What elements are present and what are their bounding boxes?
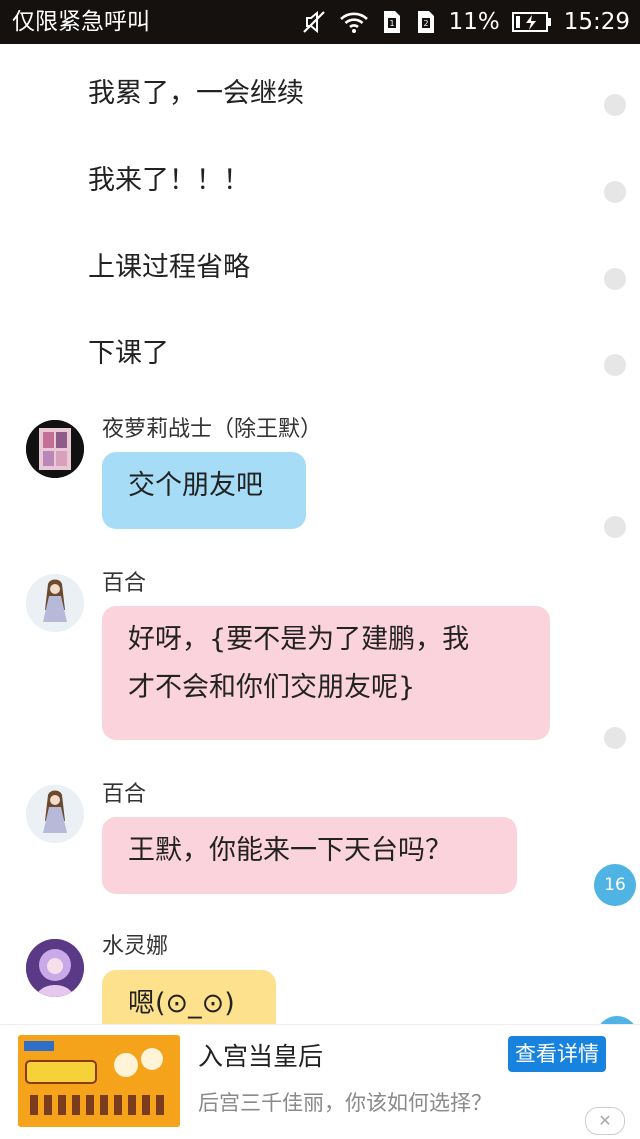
read-status-dot <box>604 94 626 116</box>
message-bubble[interactable]: 交个朋友吧 <box>102 452 306 529</box>
close-icon[interactable]: ✕ <box>585 1107 625 1135</box>
narration-text: 下课了 <box>88 338 169 369</box>
avatar[interactable] <box>26 939 84 997</box>
unread-count-badge[interactable]: 16 <box>594 864 636 906</box>
read-status-dot <box>604 727 626 749</box>
message-text-line: 才不会和你们交朋友呢} <box>128 672 416 703</box>
sender-name: 水灵娜 <box>102 934 169 959</box>
read-status-dot <box>604 181 626 203</box>
narration-text: 我累了，一会继续 <box>88 78 304 109</box>
avatar[interactable] <box>26 574 84 632</box>
ad-subtitle: 后宫三千佳丽，你该如何选择？ <box>198 1091 492 1115</box>
sender-name: 百合 <box>102 571 147 596</box>
message-bubble[interactable]: 好呀，{要不是为了建鹏，我 才不会和你们交朋友呢} <box>102 606 550 740</box>
battery-percent: 11% <box>448 9 500 35</box>
read-status-dot <box>604 516 626 538</box>
sim-card-1-icon: 1 <box>381 9 403 35</box>
read-status-dot <box>604 268 626 290</box>
battery-charging-icon <box>511 11 552 33</box>
status-bar: 仅限紧急呼叫 1 2 11% 15:29 <box>0 0 640 44</box>
svg-text:1: 1 <box>389 19 394 28</box>
sender-name: 百合 <box>102 782 147 807</box>
avatar[interactable] <box>26 785 84 843</box>
svg-text:2: 2 <box>423 19 428 28</box>
read-status-dot <box>604 354 626 376</box>
avatar[interactable] <box>26 420 84 478</box>
clock: 15:29 <box>563 9 630 35</box>
wifi-icon <box>339 10 369 34</box>
mute-icon <box>301 9 327 35</box>
ad-view-details-button[interactable]: 查看详情 <box>508 1036 606 1072</box>
sender-name: 夜萝莉战士（除王默） <box>102 417 323 442</box>
message-bubble[interactable]: 王默，你能来一下天台吗？ <box>102 817 517 894</box>
narration-text: 我来了！！！ <box>88 165 250 196</box>
status-icons: 1 2 11% 15:29 <box>301 7 630 37</box>
message-bubble[interactable]: 嗯(⊙_⊙) <box>102 970 276 1024</box>
carrier-label: 仅限紧急呼叫 <box>12 9 150 35</box>
ad-banner[interactable]: 入宫当皇后 后宫三千佳丽，你该如何选择？ 查看详情 ✕ <box>0 1024 640 1139</box>
unread-count-badge[interactable] <box>596 1016 638 1024</box>
ad-title[interactable]: 入宫当皇后 <box>198 1037 323 1073</box>
message-text-line: 好呀，{要不是为了建鹏，我 <box>128 624 470 655</box>
sim-card-2-icon: 2 <box>415 9 437 35</box>
narration-text: 上课过程省略 <box>88 252 250 283</box>
ad-image[interactable] <box>18 1035 180 1127</box>
chat-list[interactable]: 我累了，一会继续 我来了！！！ 上课过程省略 下课了 夜萝莉战士（除王默） 交个… <box>0 44 640 1024</box>
